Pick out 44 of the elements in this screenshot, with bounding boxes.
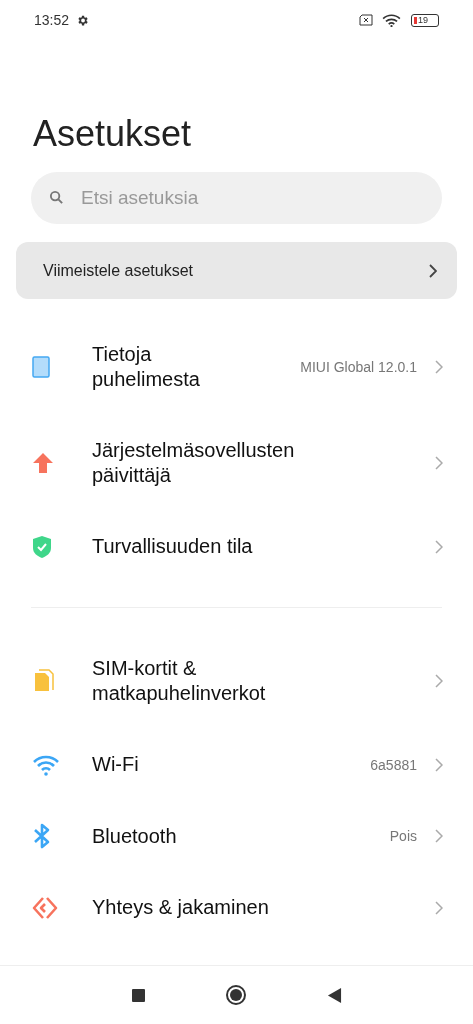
chevron-icon bbox=[435, 900, 443, 915]
tablet-icon bbox=[32, 356, 50, 378]
settings-item[interactable]: SIM-kortit & matkapuhelinverkot bbox=[0, 633, 473, 729]
sim-cards-icon bbox=[32, 669, 54, 693]
settings-item[interactable]: Turvallisuuden tila bbox=[0, 511, 473, 582]
status-time: 13:52 bbox=[34, 12, 70, 28]
item-label: SIM-kortit & matkapuhelinverkot bbox=[92, 656, 267, 706]
search-icon bbox=[49, 190, 64, 205]
chevron-icon bbox=[435, 829, 443, 843]
bluetooth-icon bbox=[32, 823, 52, 849]
search-field[interactable]: Etsi asetuksia bbox=[31, 172, 442, 224]
chevron-icon bbox=[429, 263, 437, 278]
item-label: Bluetooth bbox=[92, 823, 177, 849]
item-value: 6a5881 bbox=[369, 756, 417, 773]
no-sim-icon bbox=[359, 14, 375, 26]
settings-icon bbox=[76, 13, 90, 27]
battery-level: 19 bbox=[418, 15, 428, 25]
arrow-up-icon bbox=[32, 452, 54, 474]
item-value: MIUI Global 12.0.1 bbox=[299, 359, 417, 375]
item-label: Yhteys & jakaminen bbox=[92, 895, 269, 920]
item-label: Tietoja puhelimesta bbox=[92, 342, 201, 392]
item-label: Järjestelmäsovellusten päivittäjä bbox=[92, 438, 296, 488]
settings-item[interactable]: Wi-Fi 6a5881 bbox=[0, 729, 473, 800]
settings-item[interactable]: Yhteys & jakaminen bbox=[0, 872, 473, 943]
finish-setup-banner[interactable]: Viimeistele asetukset bbox=[16, 242, 457, 299]
chevron-icon bbox=[435, 757, 443, 772]
wifi-icon bbox=[382, 13, 401, 27]
settings-item[interactable]: Tietoja puhelimesta MIUI Global 12.0.1 bbox=[0, 319, 473, 415]
chevron-icon bbox=[435, 539, 443, 554]
wifi-icon bbox=[32, 753, 60, 776]
back-button[interactable] bbox=[326, 986, 342, 1004]
settings-item[interactable]: Bluetooth Pois bbox=[0, 800, 473, 872]
shield-check-icon bbox=[32, 534, 52, 559]
recents-button[interactable] bbox=[131, 988, 145, 1002]
chevron-icon bbox=[435, 456, 443, 470]
chevron-icon bbox=[435, 360, 443, 374]
settings-item[interactable]: Järjestelmäsovellusten päivittäjä bbox=[0, 415, 473, 511]
share-icon bbox=[32, 895, 58, 920]
page-title: Asetukset bbox=[33, 112, 193, 156]
item-label: Wi-Fi bbox=[92, 752, 139, 777]
chevron-icon bbox=[435, 674, 443, 688]
item-label: Turvallisuuden tila bbox=[92, 534, 253, 559]
home-button[interactable] bbox=[224, 984, 247, 1006]
item-value: Pois bbox=[388, 828, 417, 844]
